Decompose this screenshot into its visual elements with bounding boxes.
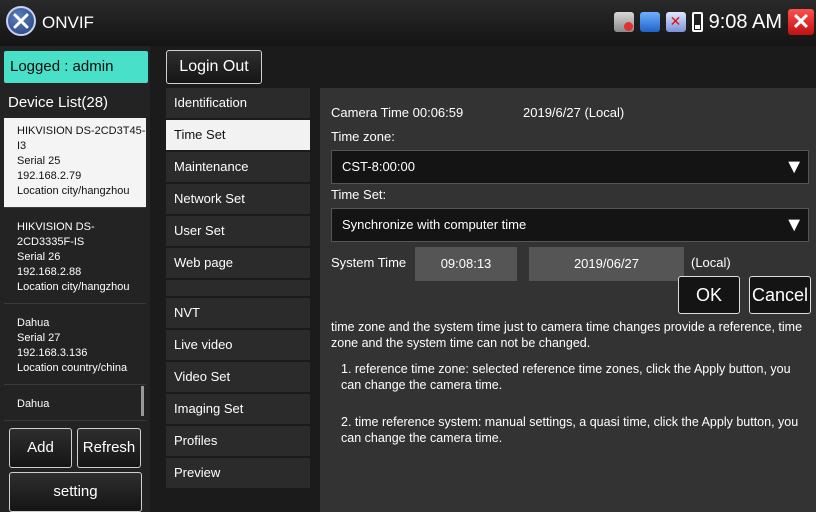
title-bar: ONVIF 9:08 AM ✕	[0, 0, 816, 46]
device-name: HIKVISION DS-2CD3335F-IS	[17, 221, 95, 248]
device-ip: 192.168.3.136	[17, 347, 88, 359]
cancel-button[interactable]: Cancel	[749, 276, 811, 314]
ok-button[interactable]: OK	[678, 276, 740, 314]
system-time-label: System Time	[331, 255, 407, 270]
device-serial: Serial 26	[17, 251, 61, 263]
time-zone-select[interactable]: CST-8:00:00 ▼	[331, 150, 809, 184]
system-time-field[interactable]: 09:08:13	[415, 247, 517, 281]
menu-item-imaging-set[interactable]: Imaging Set	[166, 394, 310, 426]
system-date-field[interactable]: 2019/06/27	[529, 247, 684, 281]
device-ip: 192.168.2.88	[17, 266, 82, 278]
menu-item-identification[interactable]: Identification	[166, 88, 310, 120]
menu-item-user-set[interactable]: User Set	[166, 216, 310, 248]
device-list[interactable]: HIKVISION DS-2CD3T45-I3 Serial 25 192.16…	[4, 118, 146, 426]
logged-status: Logged : admin	[4, 51, 148, 83]
menu-divider	[166, 280, 310, 298]
device-name: HIKVISION DS-2CD3T45-I3	[17, 125, 146, 152]
sd-card-icon	[613, 12, 634, 32]
time-set-select[interactable]: Synchronize with computer time ▼	[331, 208, 809, 242]
device-item[interactable]: Dahua	[4, 385, 146, 421]
device-item[interactable]: Dahua Serial 27 192.168.3.136 Location c…	[4, 304, 146, 385]
setting-button[interactable]: setting	[9, 472, 142, 512]
network-disconnected-icon	[665, 12, 686, 32]
device-name: Dahua	[17, 398, 50, 410]
time-set-value: Synchronize with computer time	[342, 217, 527, 232]
device-serial: Serial 27	[17, 332, 61, 344]
time-zone-value: CST-8:00:00	[342, 159, 415, 174]
device-panel: Logged : admin Device List(28) HIKVISION…	[0, 46, 150, 512]
device-item[interactable]: HIKVISION DS-2CD3335F-IS Serial 26 192.1…	[4, 208, 146, 304]
download-icon	[639, 12, 660, 32]
app-title: ONVIF	[42, 13, 94, 32]
onvif-logo-icon	[6, 6, 36, 36]
device-location: Location country/china	[17, 362, 128, 374]
local-label: (Local)	[691, 255, 731, 270]
close-button[interactable]: ✕	[788, 9, 814, 35]
menu-item-profiles[interactable]: Profiles	[166, 426, 310, 458]
device-serial: Serial 25	[17, 155, 61, 167]
dropdown-arrow-icon: ▼	[784, 214, 804, 236]
device-name: Dahua	[17, 317, 50, 329]
login-out-button[interactable]: Login Out	[166, 50, 262, 84]
status-area: 9:08 AM ✕	[613, 8, 816, 36]
camera-date: 2019/6/27 (Local)	[523, 105, 625, 120]
battery-icon	[691, 12, 703, 32]
refresh-button[interactable]: Refresh	[77, 428, 141, 468]
device-list-scrollbar[interactable]	[141, 386, 144, 416]
device-list-title: Device List(28)	[8, 94, 109, 111]
device-ip: 192.168.2.79	[17, 170, 82, 182]
device-location: Location city/hangzhou	[17, 281, 130, 293]
time-set-label: Time Set:	[331, 187, 387, 202]
menu-header-nvt: NVT	[166, 298, 310, 330]
note-reference-time-zone: 1. reference time zone: selected referen…	[341, 362, 791, 392]
device-location: Location city/hangzhou	[17, 185, 130, 197]
menu-item-live-video[interactable]: Live video	[166, 330, 310, 362]
description-text: time zone and the system time just to ca…	[331, 320, 803, 350]
settings-menu: Identification Time Set Maintenance Netw…	[166, 88, 310, 512]
time-set-panel: Camera Time 00:06:59 2019/6/27 (Local) T…	[320, 88, 816, 512]
note-time-reference-system: 2. time reference system: manual setting…	[341, 415, 799, 445]
dropdown-arrow-icon: ▼	[784, 156, 804, 178]
menu-item-maintenance[interactable]: Maintenance	[166, 152, 310, 184]
menu-item-web-page[interactable]: Web page	[166, 248, 310, 280]
menu-item-video-set[interactable]: Video Set	[166, 362, 310, 394]
add-button[interactable]: Add	[9, 428, 72, 468]
menu-item-network-set[interactable]: Network Set	[166, 184, 310, 216]
camera-time: Camera Time 00:06:59	[331, 105, 464, 120]
time-zone-label: Time zone:	[331, 129, 395, 144]
menu-item-preview[interactable]: Preview	[166, 458, 310, 490]
clock: 9:08 AM	[708, 10, 782, 33]
menu-item-time-set[interactable]: Time Set	[166, 120, 310, 152]
device-item[interactable]: HIKVISION DS-2CD3T45-I3 Serial 25 192.16…	[4, 118, 146, 208]
